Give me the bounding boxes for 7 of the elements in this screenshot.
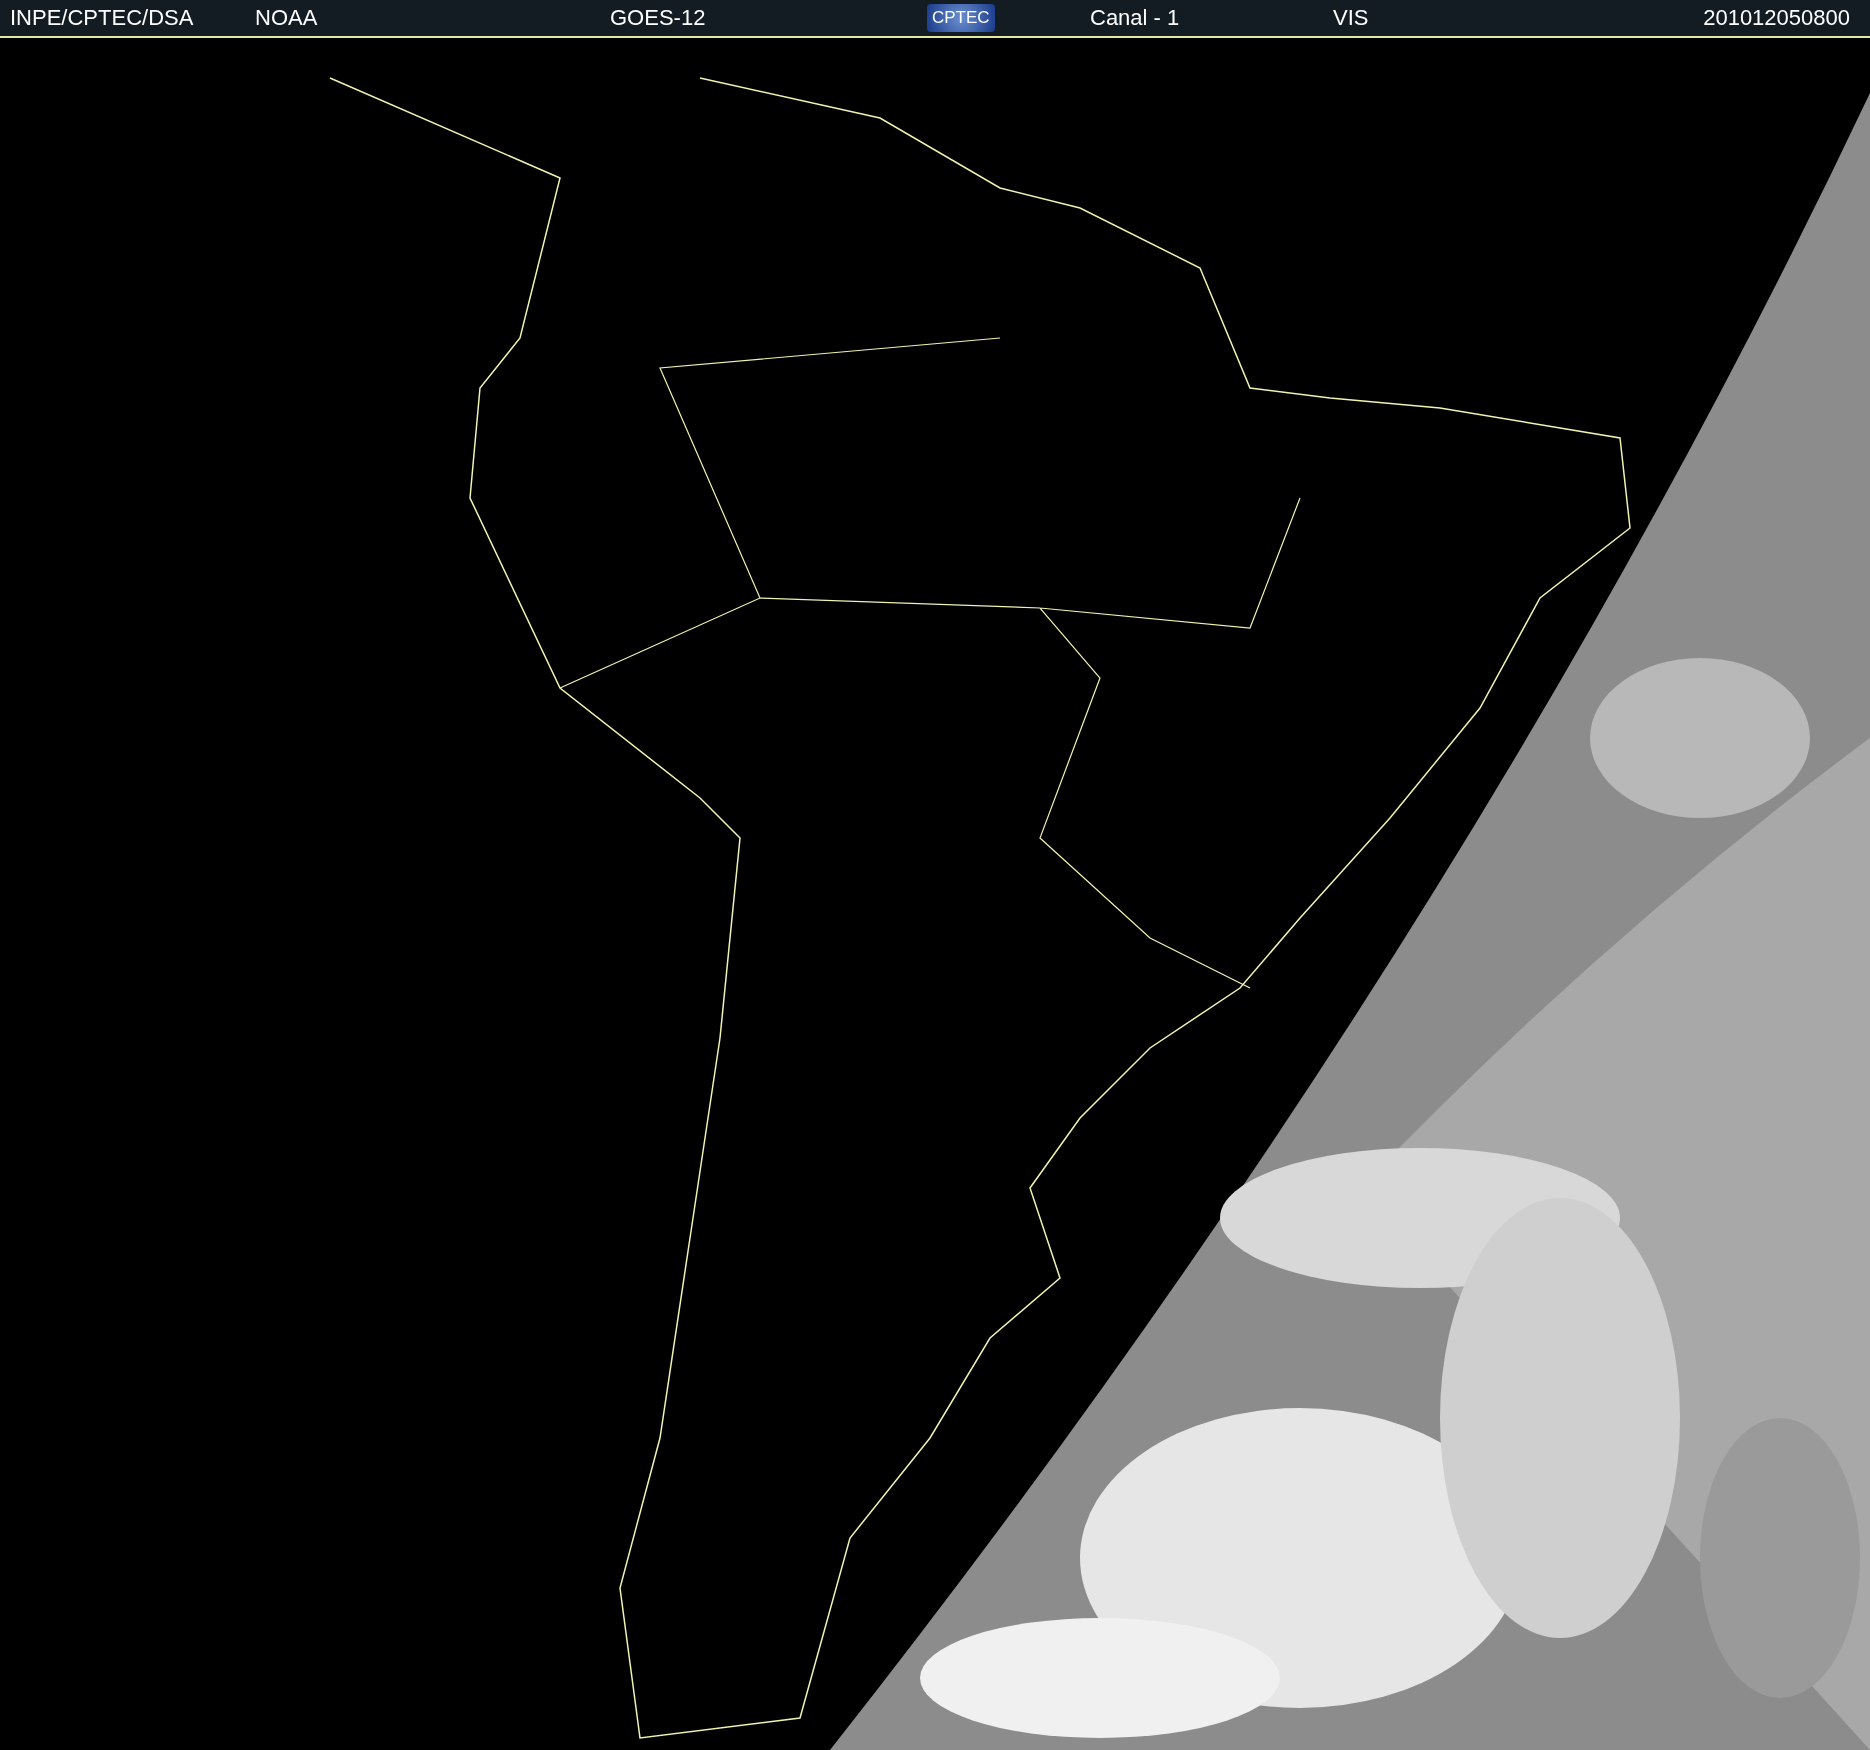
logo-badge: CPTEC [927, 4, 995, 32]
header-label: 201012050800 [1703, 5, 1850, 30]
header-label: VIS [1333, 5, 1369, 30]
header-label: INPE/CPTEC/DSA [10, 5, 194, 30]
header-label: NOAA [255, 5, 318, 30]
header-label: Canal - 1 [1090, 5, 1180, 30]
header-label: GOES-12 [610, 5, 706, 30]
